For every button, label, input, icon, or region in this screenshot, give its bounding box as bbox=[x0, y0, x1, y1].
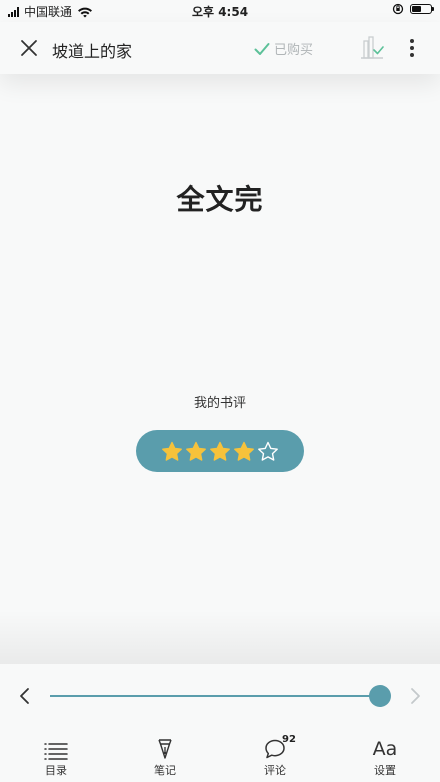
star-filled-icon[interactable] bbox=[185, 441, 207, 462]
book-title: 坡道上的家 bbox=[52, 42, 133, 61]
progress-slider[interactable] bbox=[50, 695, 380, 697]
star-empty-icon[interactable] bbox=[257, 441, 279, 462]
status-time: 오후 4:54 bbox=[191, 5, 249, 19]
progress-slider-thumb[interactable] bbox=[369, 685, 391, 707]
tab-comments-label: 评论 bbox=[264, 764, 286, 777]
close-button[interactable] bbox=[18, 37, 40, 59]
battery-icon bbox=[410, 4, 434, 14]
pen-nib-icon bbox=[158, 739, 172, 759]
progress-fill bbox=[50, 695, 380, 697]
more-vertical-icon bbox=[410, 39, 414, 57]
star-filled-icon[interactable] bbox=[161, 441, 183, 462]
purchased-status: 已购买 bbox=[254, 39, 313, 58]
chevron-right-icon bbox=[411, 688, 420, 704]
orientation-lock-icon bbox=[392, 3, 404, 15]
star-filled-icon[interactable] bbox=[233, 441, 255, 462]
add-to-bookshelf-button[interactable] bbox=[358, 35, 386, 61]
status-bar: 中国联通 오후 4:54 bbox=[0, 0, 440, 22]
reader-controls: 目录 笔记 92 评论 Aa 设置 bbox=[0, 664, 440, 782]
tab-notes-label: 笔记 bbox=[154, 764, 176, 777]
font-size-icon: Aa bbox=[355, 734, 415, 760]
tab-settings-label: 设置 bbox=[374, 764, 396, 777]
book-end-title: 全文完 bbox=[176, 183, 264, 216]
previous-chapter-button[interactable] bbox=[16, 686, 34, 706]
star-filled-icon[interactable] bbox=[209, 441, 231, 462]
reader-header: 坡道上的家 已购买 bbox=[0, 22, 440, 74]
comment-count-badge: 92 bbox=[282, 734, 296, 745]
my-review-label: 我的书评 bbox=[193, 396, 246, 411]
tab-notes[interactable]: 笔记 bbox=[135, 734, 195, 782]
list-icon bbox=[44, 743, 68, 760]
status-right bbox=[392, 3, 434, 15]
more-options-button[interactable] bbox=[402, 36, 422, 60]
chevron-left-icon bbox=[20, 688, 29, 704]
tab-comments[interactable]: 92 评论 bbox=[245, 734, 305, 782]
close-icon bbox=[21, 40, 37, 56]
next-chapter-button[interactable] bbox=[406, 686, 424, 706]
bottom-panel-shadow bbox=[0, 610, 440, 664]
checkmark-icon bbox=[254, 42, 270, 55]
tab-contents-label: 目录 bbox=[45, 764, 67, 777]
reader-tab-bar: 目录 笔记 92 评论 Aa 设置 bbox=[0, 734, 440, 782]
tab-contents[interactable]: 目录 bbox=[26, 734, 86, 782]
tab-settings[interactable]: Aa 设置 bbox=[355, 734, 415, 782]
purchased-label: 已购买 bbox=[274, 43, 314, 58]
rating-button[interactable] bbox=[136, 430, 304, 472]
font-size-icon-text: Aa bbox=[372, 738, 398, 760]
add-to-bookshelf-icon bbox=[361, 36, 384, 59]
